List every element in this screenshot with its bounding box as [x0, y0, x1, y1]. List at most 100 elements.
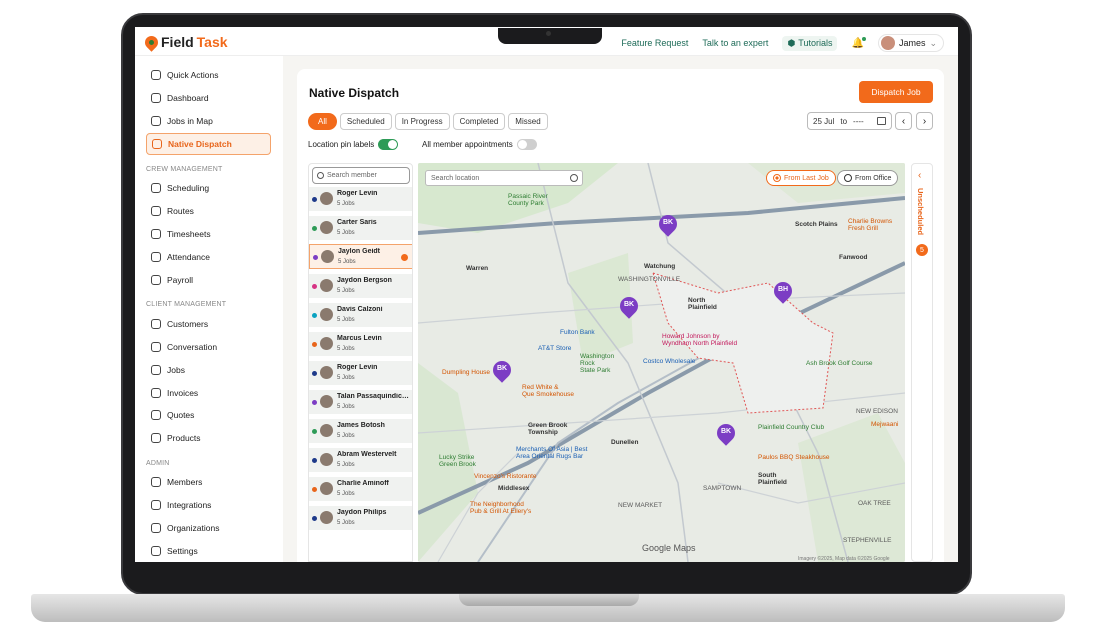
- map-pin[interactable]: BH: [770, 278, 796, 304]
- sidebar-item-payroll[interactable]: Payroll: [146, 270, 271, 290]
- sidebar-item-native-dispatch[interactable]: Native Dispatch: [146, 133, 271, 155]
- member-search-placeholder: Search member: [327, 172, 377, 179]
- member-row[interactable]: Roger Levin 5 Jobs: [309, 360, 412, 385]
- sidebar-item-label: Native Dispatch: [168, 139, 232, 149]
- member-name: Carter Saris: [337, 219, 377, 226]
- sidebar-item-settings[interactable]: Settings: [146, 541, 271, 561]
- map-view[interactable]: Search location From Last Job From Offic…: [418, 163, 905, 562]
- from-office-button[interactable]: From Office: [837, 170, 899, 186]
- search-icon: [317, 172, 324, 179]
- member-row[interactable]: Davis Calzoni 5 Jobs: [309, 302, 412, 327]
- sidebar-item-jobs-in-map[interactable]: Jobs in Map: [146, 111, 271, 131]
- sidebar-item-integrations[interactable]: Integrations: [146, 495, 271, 515]
- tutorials-icon: ⬢: [787, 37, 796, 48]
- member-color-dot: [312, 342, 317, 347]
- member-row[interactable]: Jaylon Geidt 5 Jobs: [309, 244, 412, 269]
- map-pin[interactable]: BK: [713, 420, 739, 446]
- feature-request-link[interactable]: Feature Request: [621, 38, 688, 48]
- sidebar-item-members[interactable]: Members: [146, 472, 271, 492]
- notification-bell-icon[interactable]: 🔔: [851, 36, 867, 49]
- integrations-icon: [151, 500, 161, 510]
- map-label-samptown: SAMPTOWN: [703, 485, 742, 492]
- location-pin-labels-switch[interactable]: [378, 139, 399, 150]
- map-label-neighborhood-pub: The Neighborhood Pub & Grill At Ellery's: [470, 501, 532, 516]
- member-row[interactable]: Jaydon Bergson 5 Jobs: [309, 273, 412, 298]
- timesheet-icon: [151, 229, 161, 239]
- tab-scheduled[interactable]: Scheduled: [339, 113, 392, 130]
- map-label-middlesex: Middlesex: [498, 485, 530, 492]
- next-date-button[interactable]: ›: [916, 112, 933, 130]
- sidebar-item-dashboard[interactable]: Dashboard: [146, 88, 271, 108]
- member-appointments-label: All member appointments: [422, 140, 513, 149]
- sidebar-item-label: Customers: [167, 319, 209, 329]
- unscheduled-panel-toggle[interactable]: ‹ Unscheduled 5: [911, 163, 933, 562]
- avatar: [320, 511, 333, 524]
- sidebar-item-quotes[interactable]: Quotes: [146, 405, 271, 425]
- dispatch-job-button[interactable]: Dispatch Job: [859, 81, 933, 103]
- tab-completed[interactable]: Completed: [452, 113, 506, 130]
- sidebar-item-label: Organizations: [167, 523, 220, 533]
- sidebar-item-invoices[interactable]: Invoices: [146, 383, 271, 403]
- tab-all[interactable]: All: [308, 113, 337, 130]
- fieldtask-logo[interactable]: Field Task: [142, 32, 228, 52]
- tab-in-progress[interactable]: In Progress: [394, 113, 450, 130]
- member-row[interactable]: Marcus Levin 5 Jobs: [309, 331, 412, 356]
- search-icon: [570, 174, 578, 182]
- map-pin[interactable]: BK: [616, 293, 642, 319]
- member-color-dot: [312, 284, 317, 289]
- member-appointments-switch[interactable]: [516, 139, 537, 150]
- avatar: [320, 424, 333, 437]
- member-row[interactable]: Roger Levin 5 Jobs: [309, 186, 412, 211]
- date-range-picker[interactable]: 25 Jul to ----: [807, 112, 892, 130]
- sidebar-item-conversation[interactable]: Conversation: [146, 337, 271, 357]
- sidebar-item-scheduling[interactable]: Scheduling: [146, 178, 271, 198]
- sidebar-item-label: Attendance: [167, 252, 211, 262]
- map-search-placeholder: Search location: [431, 174, 480, 182]
- member-row[interactable]: Talan Passaquindici... 5 Jobs: [309, 389, 412, 414]
- from-last-job-button[interactable]: From Last Job: [766, 170, 836, 186]
- camera-notch: [498, 28, 602, 44]
- talk-to-expert-link[interactable]: Talk to an expert: [702, 38, 768, 48]
- laptop-base-notch: [459, 594, 639, 606]
- map-pin[interactable]: BK: [489, 357, 515, 383]
- sidebar-item-customers[interactable]: Customers: [146, 314, 271, 334]
- sidebar-item-organizations[interactable]: Organizations: [146, 518, 271, 538]
- tutorials-label: Tutorials: [798, 38, 833, 48]
- map-pin-label: BK: [623, 301, 635, 308]
- calendar-icon: [151, 183, 161, 193]
- map-label-watchung: Watchung: [644, 263, 676, 270]
- sidebar-item-routes[interactable]: Routes: [146, 201, 271, 221]
- member-row[interactable]: James Botosh 5 Jobs: [309, 418, 412, 443]
- map-label-north-plainfield: North Plainfield: [688, 297, 717, 312]
- sidebar-item-label: Integrations: [167, 500, 212, 510]
- sidebar-item-products[interactable]: Products: [146, 428, 271, 448]
- sidebar-item-attendance[interactable]: Attendance: [146, 247, 271, 267]
- page-title: Native Dispatch: [309, 86, 400, 100]
- map-label-plainfield-cc: Plainfield Country Club: [758, 424, 825, 431]
- map-label-scotch-plains: Scotch Plains: [795, 221, 838, 228]
- map-search-input[interactable]: Search location: [425, 170, 583, 186]
- user-menu[interactable]: James ⌄: [877, 34, 944, 52]
- tutorials-button[interactable]: ⬢ Tutorials: [782, 35, 838, 51]
- sidebar-item-quick-actions[interactable]: Quick Actions: [146, 65, 271, 85]
- member-row[interactable]: Jaydon Philips 5 Jobs: [309, 505, 412, 530]
- tab-missed[interactable]: Missed: [508, 113, 548, 130]
- member-job-count: 5 Jobs: [337, 520, 355, 526]
- map-pin[interactable]: BK: [655, 211, 681, 237]
- avatar: [320, 308, 333, 321]
- map-pin-label: BK: [720, 428, 732, 435]
- sidebar-item-label: Products: [167, 433, 201, 443]
- member-row[interactable]: Charlie Aminoff 5 Jobs: [309, 476, 412, 501]
- member-search-input[interactable]: Search member: [312, 167, 410, 184]
- member-row[interactable]: Abram Westervelt 5 Jobs: [309, 447, 412, 472]
- member-row[interactable]: Carter Saris 5 Jobs: [309, 215, 412, 240]
- prev-date-button[interactable]: ‹: [895, 112, 912, 130]
- member-job-count: 5 Jobs: [337, 433, 355, 439]
- map-attribution[interactable]: Imagery ©2025, Map data ©2025 Google: [798, 556, 890, 562]
- member-color-dot: [312, 371, 317, 376]
- member-color-dot: [312, 487, 317, 492]
- chevron-right-icon: ›: [922, 115, 927, 127]
- sidebar-item-timesheets[interactable]: Timesheets: [146, 224, 271, 244]
- unscheduled-label: Unscheduled: [916, 188, 925, 236]
- sidebar-item-jobs[interactable]: Jobs: [146, 360, 271, 380]
